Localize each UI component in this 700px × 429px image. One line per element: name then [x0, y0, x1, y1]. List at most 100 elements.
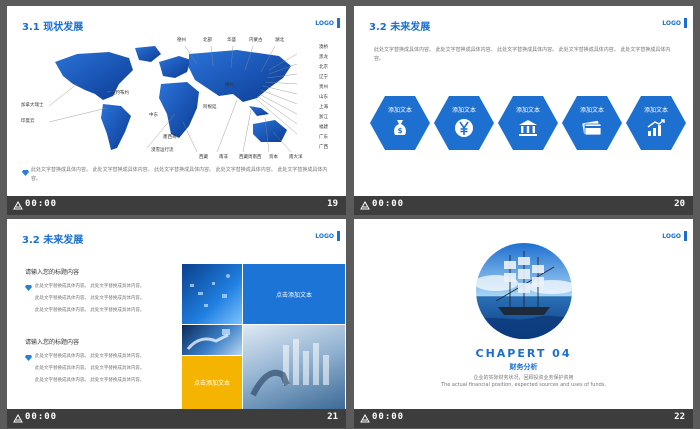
transition-icon: [13, 201, 23, 210]
timing-label: 00:00: [25, 199, 58, 209]
map-label: 福建: [319, 125, 328, 130]
slide-thumbnail-20[interactable]: 3.2 未来发展 LOGO 此处文字替换成具体内容。 此处文字替换成具体内容。 …: [354, 6, 693, 215]
chapter-cn-subtitle: 企业的实际财务状况，回顾投资业务保护资用: [473, 375, 574, 381]
svg-text:$: $: [398, 127, 403, 135]
slide-canvas: 3.2 未来发展 LOGO 此处文字替换成具体内容。 此处文字替换成具体内容。 …: [354, 6, 693, 196]
slide-title: 3.1 现状发展: [22, 22, 84, 33]
diamond-bullet-icon: [25, 355, 32, 361]
map-label: 印度云: [21, 119, 35, 124]
tech-photo-top-left: [182, 264, 242, 324]
map-label: 贵州: [319, 85, 328, 90]
money-bag-icon: $: [394, 120, 406, 135]
chapter-en-subtitle: The actual financial position, expected …: [440, 382, 607, 388]
chapter-number: CHAPERT 04: [475, 347, 572, 360]
slide-canvas: LOGO CHAPERT 04 财务分析 企业的实际财务状况，回顾投资业务保护资…: [354, 219, 693, 409]
logo-mark: [684, 231, 687, 241]
map-label: 墨西哥: [163, 135, 177, 140]
section-line: 此处文字替换成具体内容。 此处文字替换成具体内容。: [35, 284, 145, 289]
map-label: 北部: [203, 38, 212, 43]
map-label: 辽宁: [319, 75, 328, 80]
growth-chart-icon: [647, 119, 665, 136]
transition-icon: [360, 201, 370, 210]
slide-thumbnail-21[interactable]: 3.2 未来发展 LOGO 请输入您的标题内容 此处文字替换成具体内容。 此处文…: [7, 219, 346, 428]
section-heading: 请输入您的标题内容: [25, 339, 80, 346]
timing-label: 00:00: [372, 412, 405, 422]
map-label: 加拿大瑞士: [21, 103, 44, 108]
yellow-box-label: 点击添加文本: [193, 380, 230, 387]
chapter-title: 财务分析: [509, 363, 538, 371]
transition-icon: [360, 414, 370, 423]
slide-number: 22: [674, 412, 685, 422]
hexagon-label: 添加文本: [515, 107, 540, 114]
logo-text: LOGO: [662, 233, 681, 240]
map-label: 山东: [319, 95, 328, 100]
section-heading: 请输入您的标题内容: [25, 269, 80, 276]
logo-mark: [337, 18, 340, 28]
map-label: 南大洋: [289, 155, 303, 160]
slide-number: 19: [327, 199, 338, 209]
slide-status-bar: 00:00 19: [7, 196, 346, 215]
hexagon-label: 添加文本: [579, 107, 604, 114]
hexagon-item[interactable]: 添加文本: [498, 96, 558, 150]
section-line: 此处文字替换成具体内容。 此处文字替换成具体内容。: [35, 296, 145, 301]
map-label: 北京: [319, 65, 328, 70]
sailing-ship-photo: [476, 243, 572, 339]
hexagon-label: 添加文本: [451, 107, 476, 114]
slide-status-bar: 00:00 21: [7, 409, 346, 428]
map-label: 浙江: [319, 115, 328, 120]
bank-icon: [519, 120, 537, 136]
hexagon-item[interactable]: 添加文本: [434, 96, 494, 150]
timing-label: 00:00: [372, 199, 405, 209]
diamond-bullet-icon: [22, 170, 29, 176]
transition-icon: [13, 414, 23, 423]
map-label: 西藏: [199, 155, 208, 160]
slide-status-bar: 00:00 20: [354, 196, 693, 215]
map-label: 内蒙古: [249, 38, 263, 43]
business-photo: [243, 325, 345, 409]
logo-text: LOGO: [662, 20, 681, 27]
section-line: 此处文字替换成具体内容。 此处文字替换成具体内容。: [35, 354, 145, 359]
hexagon-item[interactable]: 添加文本: [626, 96, 686, 150]
slide-thumbnail-22[interactable]: LOGO CHAPERT 04 财务分析 企业的实际财务状况，回顾投资业务保护资…: [354, 219, 693, 428]
logo-text: LOGO: [315, 233, 334, 240]
slide-thumbnail-19[interactable]: 3.1 现状发展 LOGO 加拿大瑞士 印度云 德州 北部 华盛 内蒙古 湖北 …: [7, 6, 346, 215]
map-label: 德州: [177, 38, 186, 43]
section-line: 此处文字替换成具体内容。 此处文字替换成具体内容。: [35, 308, 145, 313]
map-label: 纽约布约: [111, 91, 129, 96]
map-label: 黑龙: [319, 55, 328, 60]
slide-status-bar: 00:00 22: [354, 409, 693, 428]
slide-title: 3.2 未来发展: [369, 22, 431, 33]
hexagon-item[interactable]: 添加文本: [562, 96, 622, 150]
slide-canvas: 3.1 现状发展 LOGO 加拿大瑞士 印度云 德州 北部 华盛 内蒙古 湖北 …: [7, 6, 346, 196]
map-label: 上海: [319, 105, 328, 110]
body-text: 此处文字替换成具体内容。 此处文字替换成具体内容。 此处文字替换成具体内容。 此…: [374, 47, 671, 62]
blue-text-box[interactable]: 点击添加文本: [243, 264, 345, 324]
map-label: 资本: [269, 155, 278, 160]
map-label: 中东: [149, 113, 158, 118]
blue-box-label: 点击添加文本: [275, 292, 312, 299]
map-label: 湖北: [275, 38, 284, 43]
slide-number: 20: [674, 199, 685, 209]
section-line: 此处文字替换成具体内容。 此处文字替换成具体内容。: [35, 378, 145, 383]
map-label: 阿根廷: [203, 105, 217, 110]
logo-text: LOGO: [315, 20, 334, 27]
section-line: 此处文字替换成具体内容。 此处文字替换成具体内容。: [35, 366, 145, 371]
yellow-text-box[interactable]: 点击添加文本: [182, 356, 242, 409]
card-icon: [582, 120, 602, 136]
map-label: 南非: [219, 155, 228, 160]
map-label: 澳桥: [319, 45, 328, 50]
slide-number: 21: [327, 412, 338, 422]
logo-mark: [337, 231, 340, 241]
logo-mark: [684, 18, 687, 28]
map-label: 华盛: [227, 38, 236, 43]
hexagon-label: 添加文本: [643, 107, 668, 114]
hexagon-item[interactable]: 添加文本 $: [370, 96, 430, 150]
yen-icon: [455, 119, 473, 137]
slide-canvas: 3.2 未来发展 LOGO 请输入您的标题内容 此处文字替换成具体内容。 此处文…: [7, 219, 346, 409]
timing-label: 00:00: [25, 412, 58, 422]
map-label: 西藏周南西: [239, 155, 262, 160]
diamond-bullet-icon: [25, 285, 32, 291]
tech-photo-mid-left: [182, 325, 242, 355]
map-label: 漠雪运行流: [151, 148, 174, 153]
slide-title: 3.2 未来发展: [22, 235, 84, 246]
